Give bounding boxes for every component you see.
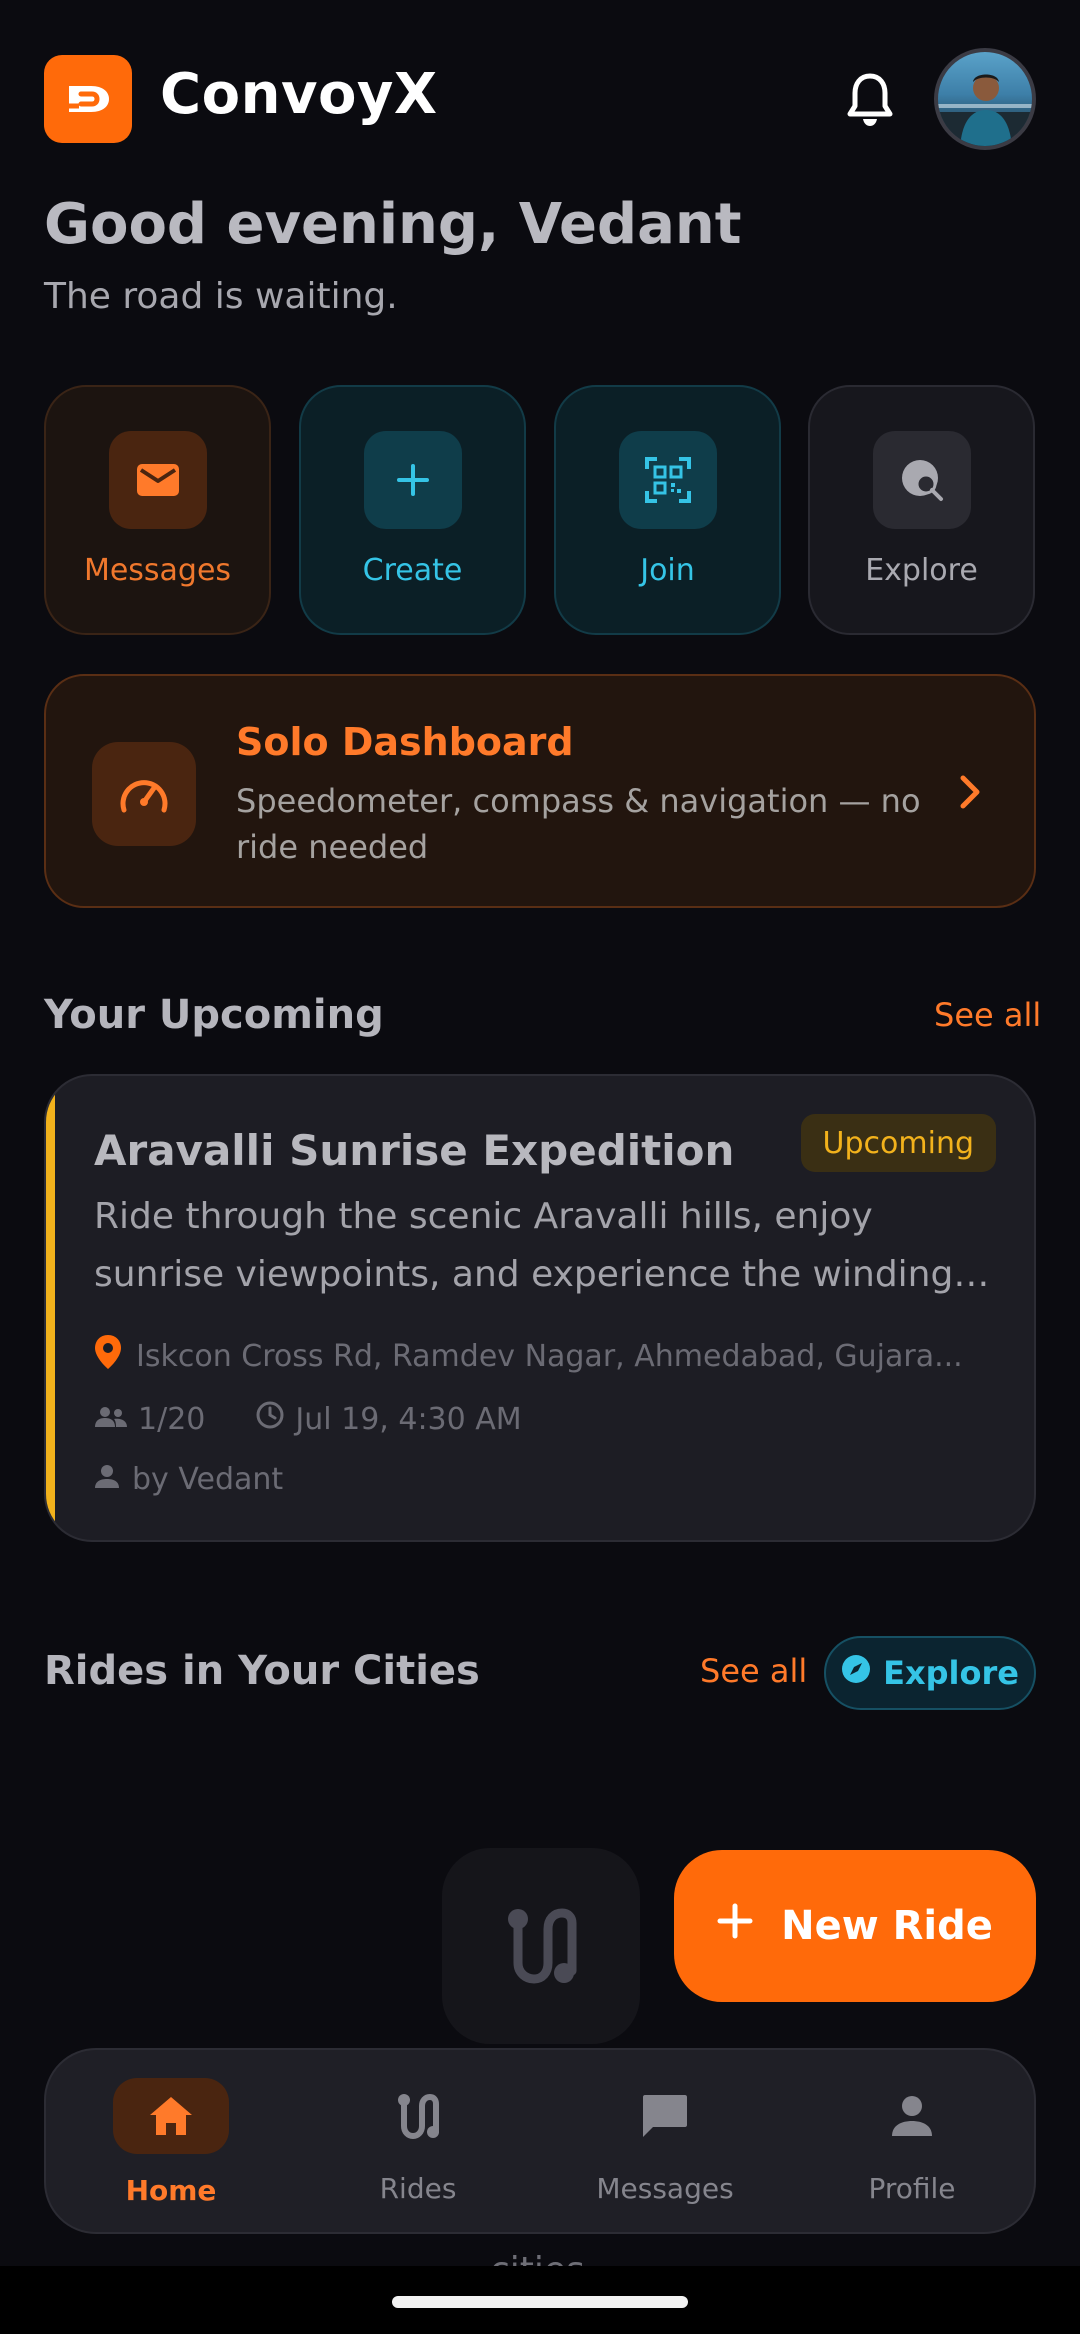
nav-label: Rides [379,2172,457,2205]
quick-action-create[interactable]: Create [299,385,526,635]
bell-icon[interactable] [840,68,900,132]
new-ride-button[interactable]: New Ride [674,1850,1036,2002]
solo-dashboard-card[interactable]: Solo Dashboard Speedometer, compass & na… [44,674,1036,908]
greeting-title: Good evening, Vedant [44,192,742,257]
quick-action-explore[interactable]: Explore [808,385,1035,635]
ride-title: Aravalli Sunrise Expedition [94,1126,735,1175]
quick-action-label: Join [640,553,695,588]
nav-label: Messages [596,2172,734,2205]
ride-description: Ride through the scenic Aravalli hills, … [94,1196,990,1295]
globe-search-icon [872,431,971,529]
status-badge: Upcoming [800,1114,996,1172]
upcoming-see-all-link[interactable]: See all [934,996,1041,1034]
explore-button[interactable]: Explore [824,1636,1036,1710]
bottom-navigation: Home Rides Messages Profile [44,2048,1036,2234]
upcoming-section-title: Your Upcoming [44,992,384,1038]
person-icon [854,2078,970,2154]
cities-section-title: Rides in Your Cities [44,1648,480,1694]
mail-icon [108,431,207,529]
solo-dashboard-title: Solo Dashboard [236,720,574,764]
ride-datetime: Jul 19, 4:30 AM [295,1401,522,1437]
quick-action-label: Create [362,553,463,588]
home-icon [113,2078,229,2154]
rides-route-button[interactable] [442,1848,640,2044]
avatar[interactable] [934,48,1036,150]
greeting-subtitle: The road is waiting. [44,276,398,317]
clock-icon [255,1400,285,1438]
nav-item-profile[interactable]: Profile [812,2078,1012,2205]
route-icon [508,1908,577,1984]
chat-icon [607,2078,723,2154]
route-icon [360,2078,476,2154]
ride-location: Iskcon Cross Rd, Ramdev Nagar, Ahmedabad… [94,1334,1004,1378]
nav-item-messages[interactable]: Messages [565,2078,765,2205]
new-ride-label: New Ride [781,1903,993,1949]
nav-item-home[interactable]: Home [71,2078,271,2207]
status-accent-bar [46,1076,55,1540]
plus-icon [363,431,462,529]
app-logo-icon [44,55,132,143]
nav-label: Profile [868,2172,956,2205]
home-indicator[interactable] [392,2296,688,2308]
app-title: ConvoyX [160,62,438,127]
plus-icon [717,1903,753,1949]
cities-see-all-link[interactable]: See all [700,1652,807,1690]
compass-icon [841,1654,871,1692]
location-pin-icon [94,1334,122,1378]
explore-button-label: Explore [883,1654,1019,1692]
quick-action-messages[interactable]: Messages [44,385,271,635]
ride-organizer-text: by Vedant [132,1462,284,1497]
nav-item-rides[interactable]: Rides [318,2078,518,2205]
home-screen: ConvoyX Good evening, Vedant The road is… [0,0,1080,2334]
upcoming-ride-card[interactable]: Aravalli Sunrise Expedition Upcoming Rid… [44,1074,1036,1542]
group-icon [94,1402,128,1437]
quick-action-label: Messages [83,553,232,588]
ride-meta: 1/20 Jul 19, 4:30 AM [94,1400,522,1438]
speedometer-icon [92,742,196,846]
nav-label: Home [125,2174,217,2207]
qr-scan-icon [618,431,717,529]
solo-dashboard-description: Speedometer, compass & navigation — no r… [236,782,921,866]
quick-action-label: Explore [865,553,978,588]
person-icon [94,1462,120,1497]
ride-organizer: by Vedant [94,1462,283,1497]
ride-location-text: Iskcon Cross Rd, Ramdev Nagar, Ahmedabad… [136,1338,963,1374]
chevron-right-icon [958,772,982,816]
quick-action-join[interactable]: Join [554,385,781,635]
ride-participants: 1/20 [138,1401,206,1437]
